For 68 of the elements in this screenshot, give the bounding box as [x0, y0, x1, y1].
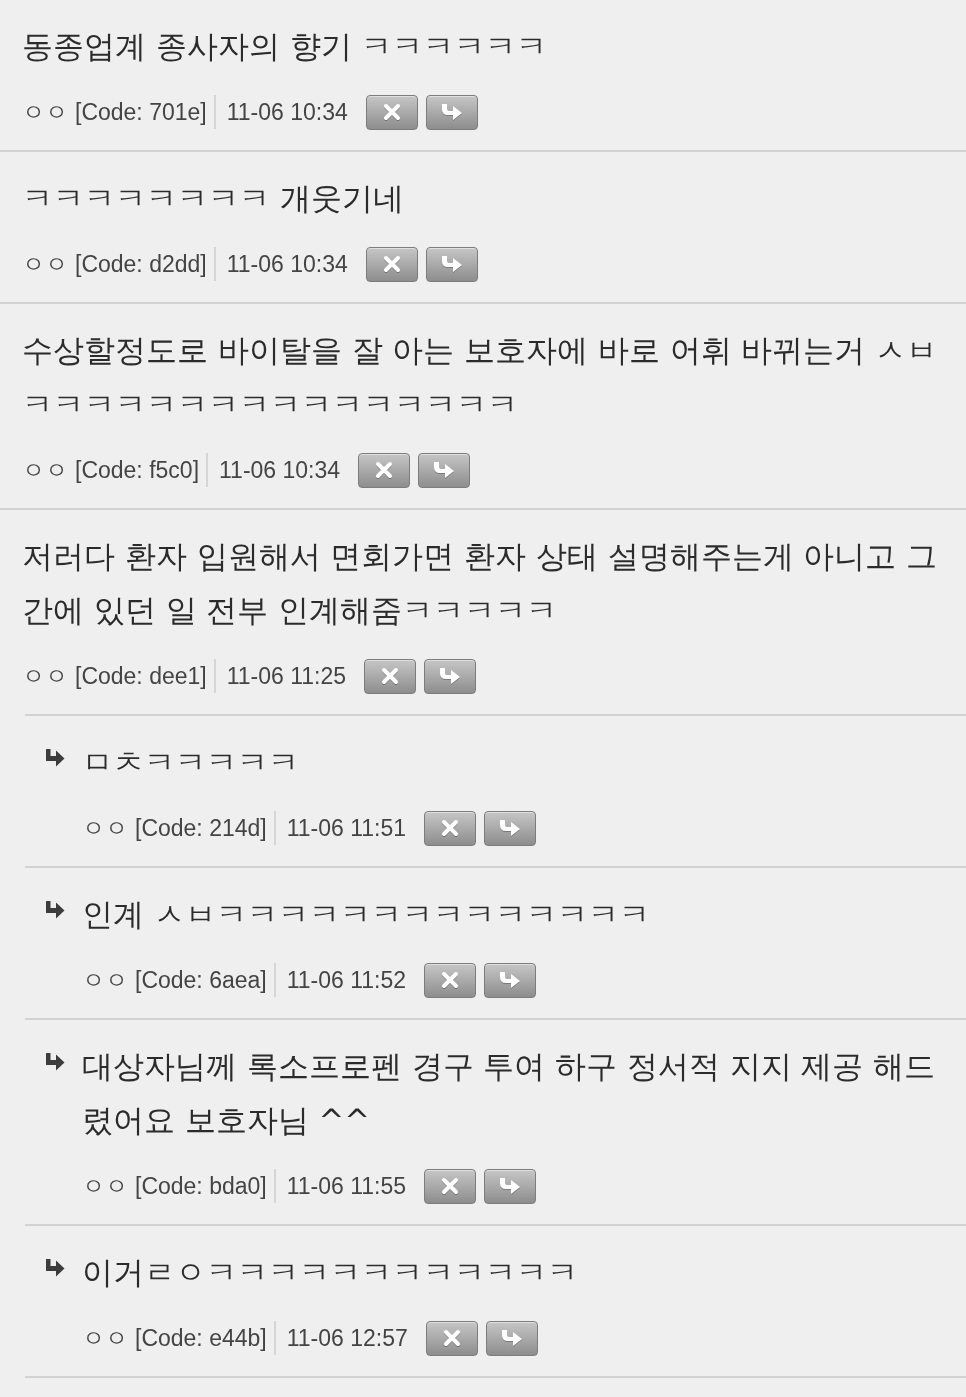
user-code: [Code: dee1] — [75, 662, 207, 690]
timestamp: 11-06 11:51 — [286, 814, 407, 842]
author-name: ㅇㅇ — [22, 661, 68, 691]
cross-icon — [382, 103, 401, 121]
reply-button[interactable] — [418, 452, 471, 488]
reply-button[interactable] — [425, 94, 478, 130]
curved-arrow-icon — [499, 819, 522, 837]
user-code: [Code: 6aea] — [135, 966, 267, 994]
author-name: ㅇㅇ — [22, 455, 68, 485]
comment-text: 대상자님께 록소프로펜 경구 투여 하구 정서적 지지 제공 해드렸어요 보호자님 ^^ — [82, 1048, 937, 1140]
timestamp: 11-06 10:34 — [226, 98, 348, 126]
author-name: ㅇㅇ — [82, 965, 128, 995]
delete-button[interactable] — [365, 246, 418, 282]
cross-icon — [381, 667, 400, 685]
curved-arrow-icon — [440, 255, 463, 273]
reply-button[interactable] — [424, 658, 477, 694]
author-name: ㅇㅇ — [82, 1323, 128, 1353]
timestamp: 11-06 11:25 — [226, 662, 347, 690]
author-name: ㅇㅇ — [22, 249, 68, 279]
user-code: [Code: d2dd] — [75, 250, 207, 278]
cross-icon — [375, 461, 394, 479]
timestamp: 11-06 12:57 — [286, 1324, 408, 1352]
curved-arrow-icon — [499, 1177, 522, 1195]
curved-arrow-icon — [499, 971, 522, 989]
curved-arrow-icon — [433, 461, 456, 479]
cross-icon — [441, 1177, 460, 1195]
cross-icon — [442, 1329, 461, 1347]
delete-button[interactable] — [425, 1320, 478, 1356]
delete-button[interactable] — [424, 962, 477, 998]
comment-text: 동종업계 종사자의 향기 ㅋㅋㅋㅋㅋㅋ — [22, 28, 549, 66]
user-code: [Code: bda0] — [135, 1172, 267, 1200]
bent-arrow-icon — [45, 900, 65, 920]
comment-text: 수상할정도로 바이탈을 잘 아는 보호자에 바로 어휘 바뀌는거 ㅅㅂㅋㅋㅋㅋㅋㅋㅋㅋㅋㅋㅋㅋㅋㅋㅋㅋ — [22, 332, 939, 424]
comment-text: 인계 ㅅㅂㅋㅋㅋㅋㅋㅋㅋㅋㅋㅋㅋㅋㅋㅋ — [82, 896, 651, 934]
reply-button[interactable] — [484, 810, 537, 846]
reply-button[interactable] — [485, 1320, 538, 1356]
user-code: [Code: 701e] — [75, 98, 207, 126]
author-name: ㅇㅇ — [82, 813, 128, 843]
user-code: [Code: e44b] — [135, 1324, 267, 1352]
bent-arrow-icon — [45, 1258, 65, 1278]
author-name: ㅇㅇ — [22, 97, 68, 127]
cross-icon — [441, 819, 460, 837]
author-name: ㅇㅇ — [82, 1171, 128, 1201]
delete-button[interactable] — [358, 452, 411, 488]
timestamp: 11-06 10:34 — [219, 456, 341, 484]
curved-arrow-icon — [500, 1329, 523, 1347]
comment-text: ㅁㅊㅋㅋㅋㅋㅋ — [82, 744, 300, 782]
delete-button[interactable] — [424, 810, 477, 846]
reply-button[interactable] — [484, 1168, 537, 1204]
user-code: [Code: 214d] — [135, 814, 267, 842]
bent-arrow-icon — [45, 1052, 65, 1072]
timestamp: 11-06 11:52 — [286, 966, 407, 994]
timestamp: 11-06 11:55 — [286, 1172, 407, 1200]
timestamp: 11-06 10:34 — [226, 250, 348, 278]
curved-arrow-icon — [440, 103, 463, 121]
bent-arrow-icon — [45, 748, 65, 768]
curved-arrow-icon — [439, 667, 462, 685]
comment-text: 저러다 환자 입원해서 면회가면 환자 상태 설명해주는게 아니고 그간에 있던 일 전부 인계해줌ㅋㅋㅋㅋㅋ — [22, 538, 939, 630]
comment-text: 이거ㄹㅇㅋㅋㅋㅋㅋㅋㅋㅋㅋㅋㅋㅋ — [82, 1254, 579, 1292]
reply-button[interactable] — [484, 962, 537, 998]
reply-button[interactable] — [425, 246, 478, 282]
comment-text: ㅋㅋㅋㅋㅋㅋㅋㅋ 개웃기네 — [22, 180, 405, 218]
delete-button[interactable] — [365, 94, 418, 130]
user-code: [Code: f5c0] — [75, 456, 200, 484]
cross-icon — [382, 255, 401, 273]
delete-button[interactable] — [364, 658, 417, 694]
cross-icon — [441, 971, 460, 989]
delete-button[interactable] — [424, 1168, 477, 1204]
